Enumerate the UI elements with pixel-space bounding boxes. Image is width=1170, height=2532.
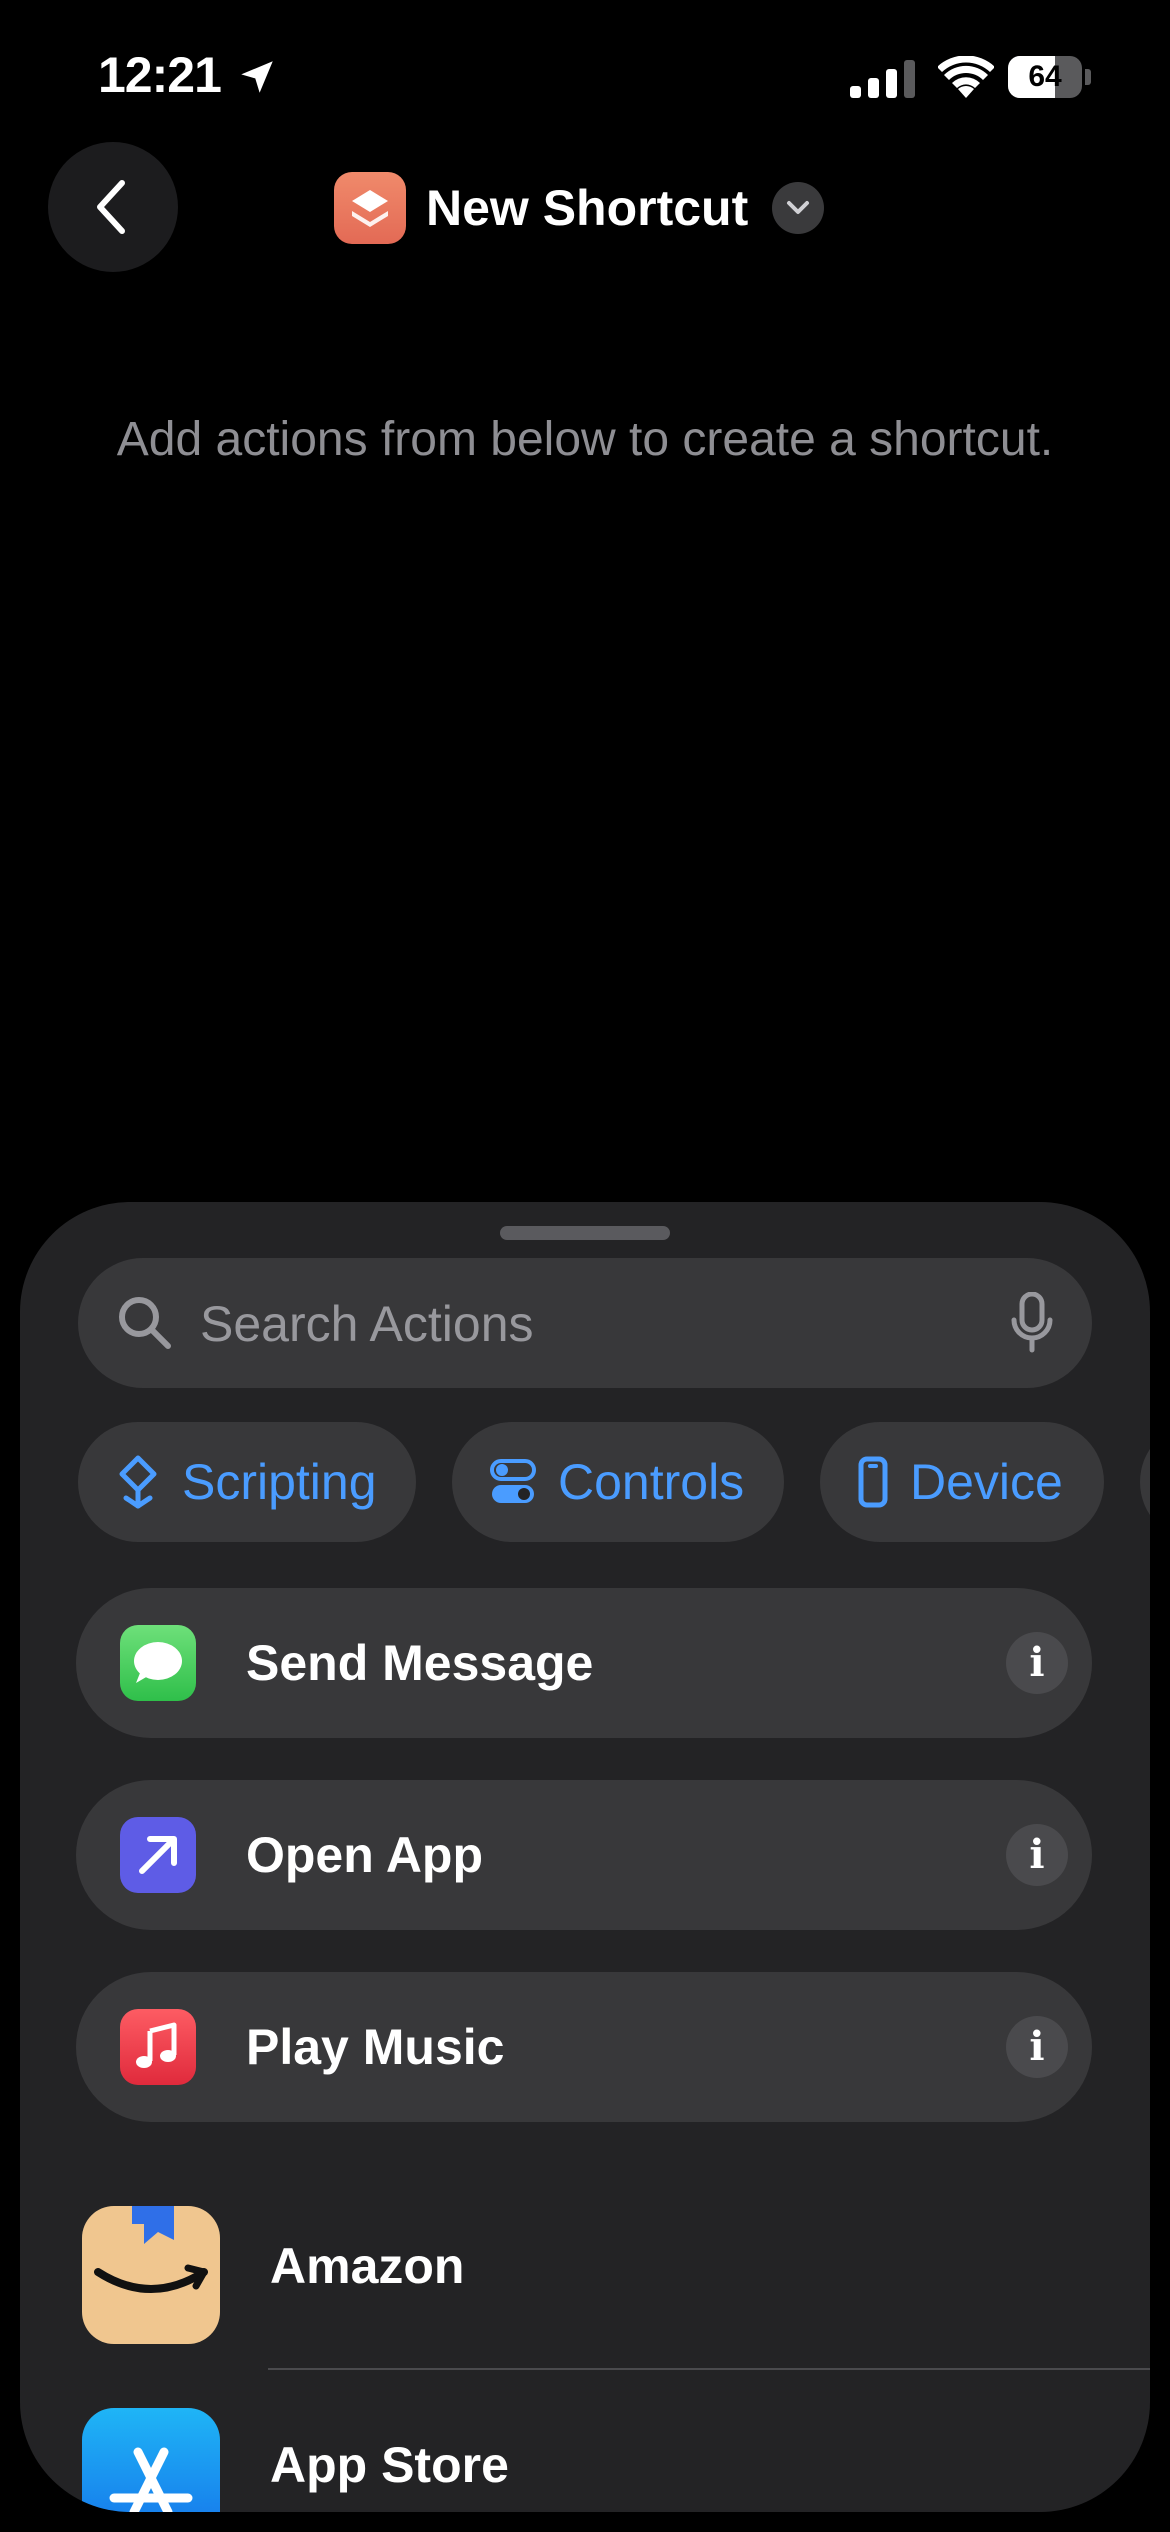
- chip-more[interactable]: [1140, 1422, 1150, 1542]
- app-row-app-store[interactable]: App Store: [20, 2372, 1150, 2512]
- chip-label: Device: [910, 1454, 1063, 1510]
- chevron-down-icon[interactable]: [772, 182, 825, 234]
- search-input[interactable]: [198, 1278, 962, 1370]
- info-button[interactable]: i: [1006, 2016, 1068, 2078]
- search-icon: [119, 1297, 171, 1349]
- chip-controls[interactable]: Controls: [452, 1422, 784, 1542]
- battery-percentage: 64: [1028, 60, 1062, 93]
- wifi-icon: [938, 56, 994, 98]
- chip-label: Scripting: [182, 1454, 377, 1510]
- action-send-message[interactable]: Send Message i: [76, 1588, 1092, 1738]
- info-button[interactable]: i: [1006, 1632, 1068, 1694]
- shortcut-title-menu[interactable]: New Shortcut: [334, 172, 825, 244]
- action-play-music[interactable]: Play Music i: [76, 1972, 1092, 2122]
- app-store-icon: [82, 2408, 220, 2512]
- info-button[interactable]: i: [1006, 1824, 1068, 1886]
- shortcuts-app-icon: [334, 172, 406, 244]
- status-bar: 12:21 64: [0, 0, 1170, 150]
- chip-label: Controls: [558, 1454, 745, 1510]
- app-label: Amazon: [270, 2238, 465, 2294]
- phone-icon: [858, 1456, 888, 1508]
- microphone-icon[interactable]: [1010, 1292, 1054, 1354]
- cellular-signal-icon: [850, 60, 915, 98]
- action-label: Play Music: [246, 2019, 505, 2075]
- action-label: Open App: [246, 1827, 484, 1883]
- status-time: 12:21: [98, 47, 222, 103]
- scripting-icon: [119, 1455, 157, 1509]
- chip-scripting[interactable]: Scripting: [78, 1422, 416, 1542]
- app-label: App Store: [270, 2437, 509, 2493]
- action-label: Send Message: [246, 1635, 594, 1691]
- open-app-arrow-icon: [120, 1817, 196, 1893]
- controls-toggle-icon: [490, 1459, 536, 1503]
- search-bar[interactable]: [78, 1258, 1092, 1388]
- actions-sheet: Scripting Controls Device: [20, 1202, 1150, 2512]
- messages-icon: [120, 1625, 196, 1701]
- empty-state-hint: Add actions from below to create a short…: [116, 413, 1054, 466]
- battery-indicator: 64: [1008, 56, 1092, 100]
- amazon-icon: [82, 2206, 220, 2344]
- list-divider: [268, 2368, 1150, 2370]
- music-note-icon: [120, 2009, 196, 2085]
- location-arrow-icon: [241, 61, 273, 93]
- category-chips: Scripting Controls Device: [78, 1422, 1150, 1542]
- chip-device[interactable]: Device: [820, 1422, 1104, 1542]
- chevron-left-icon: [97, 180, 125, 234]
- action-open-app[interactable]: Open App i: [76, 1780, 1092, 1930]
- sheet-grabber[interactable]: [500, 1226, 670, 1240]
- app-row-amazon[interactable]: Amazon: [20, 2166, 1150, 2356]
- page-title: New Shortcut: [426, 180, 749, 236]
- back-button[interactable]: [48, 142, 178, 272]
